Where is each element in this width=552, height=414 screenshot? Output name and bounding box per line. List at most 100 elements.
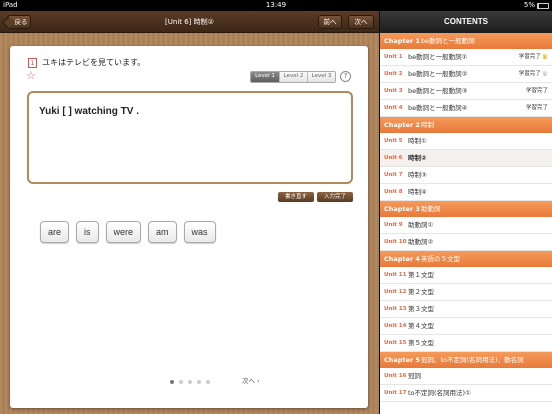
answer-box[interactable]: Yuki [ ] watching TV .	[27, 91, 353, 184]
contents-header: CONTENTS	[380, 11, 552, 33]
input-complete-button[interactable]: 入力完了	[317, 192, 353, 202]
unit-title: 第３文型	[408, 305, 434, 313]
unit-title: 第２文型	[408, 288, 434, 296]
unit-list-item[interactable]: Unit 12 第２文型	[380, 284, 552, 301]
unit-number: Unit 17	[384, 390, 407, 396]
unit-number: Unit 4	[384, 105, 403, 111]
unit-list-item[interactable]: Unit 13 第３文型	[380, 301, 552, 318]
page-dot[interactable]	[179, 380, 183, 384]
unit-number: Unit 13	[384, 306, 407, 312]
unit-title: 助動詞②	[408, 238, 434, 246]
chapter-header: Chapter 3 助動詞	[380, 201, 552, 217]
unit-list-item[interactable]: Unit 14 第４文型	[380, 318, 552, 335]
next-button[interactable]: 次へ	[348, 15, 374, 29]
unit-number: Unit 3	[384, 88, 403, 94]
unit-list-item[interactable]: Unit 10 助動詞②	[380, 234, 552, 251]
next-page-link[interactable]: 次へ ›	[242, 375, 260, 385]
chapter-header: Chapter 1 be動詞と一般動詞	[380, 33, 552, 49]
unit-number: Unit 12	[384, 289, 407, 295]
chapter-header: Chapter 2 時制	[380, 117, 552, 133]
unit-number: Unit 15	[384, 340, 407, 346]
page-indicator	[170, 380, 210, 384]
question-card: 1 ユキはテレビを見ています。 ☆ Level 1 Level 2 Level …	[10, 46, 368, 408]
unit-list-item[interactable]: Unit 8 時制④	[380, 184, 552, 201]
battery-status: 5%	[524, 0, 549, 11]
question-text: ユキはテレビを見ています。	[42, 58, 146, 67]
unit-list-item[interactable]: Unit 3 be動詞と一般動詞③ 学習完了	[380, 83, 552, 100]
unit-title: 助動詞①	[408, 221, 434, 229]
unit-title: 第１文型	[408, 271, 434, 279]
unit-number: Unit 8	[384, 189, 403, 195]
chapter-label: Chapter 3	[384, 205, 420, 213]
unit-list-item[interactable]: Unit 1 be動詞と一般動詞① 学習完了 ♛	[380, 49, 552, 66]
unit-list-item[interactable]: Unit 4 be動詞と一般動詞④ 学習完了	[380, 100, 552, 117]
lesson-pane: 戻る [Unit 6] 時制② 前へ 次へ 1 ユキはテレビを見ています。 ☆ …	[0, 11, 379, 414]
chapter-label: Chapter 2	[384, 121, 420, 129]
unit-title: be動詞と一般動詞④	[408, 104, 468, 112]
choice-is[interactable]: is	[76, 221, 99, 243]
level-selector: Level 1 Level 2 Level 3	[250, 71, 336, 83]
prev-button[interactable]: 前へ	[318, 15, 342, 29]
unit-list-item[interactable]: Unit 5 時制①	[380, 133, 552, 150]
unit-title: to不定詞(名詞用法)①	[408, 389, 471, 397]
unit-list-item[interactable]: Unit 17 to不定詞(名詞用法)①	[380, 385, 552, 402]
star-icon[interactable]: ☆	[26, 69, 36, 82]
chapter-header: Chapter 5 冠詞、to不定詞(名詞用法)、動名詞	[380, 352, 552, 368]
choice-was[interactable]: was	[183, 221, 216, 243]
unit-title: be動詞と一般動詞③	[408, 87, 468, 95]
contents-pane: CONTENTS Chapter 1 be動詞と一般動詞 Unit 1 be動詞と一般…	[379, 11, 552, 414]
unit-number: Unit 11	[384, 272, 407, 278]
unit-list-item[interactable]: Unit 15 第５文型	[380, 335, 552, 352]
chapter-title: 時制	[421, 121, 434, 129]
completion-status: 学習完了	[518, 54, 541, 60]
chapter-label: Chapter 1	[384, 37, 420, 45]
unit-title: 冠詞	[408, 372, 421, 380]
table-of-contents: Chapter 1 be動詞と一般動詞 Unit 1 be動詞と一般動詞① 学習完了 ♛ U…	[380, 33, 552, 402]
unit-list-item[interactable]: Unit 16 冠詞	[380, 368, 552, 385]
unit-title: 第５文型	[408, 339, 434, 347]
unit-list-item[interactable]: Unit 7 時制③	[380, 167, 552, 184]
unit-title: 時制①	[408, 137, 427, 145]
battery-percent: 5%	[523, 1, 535, 9]
chapter-title: be動詞と一般動詞	[421, 37, 475, 45]
unit-number: Unit 5	[384, 138, 403, 144]
level-1-tab[interactable]: Level 1	[251, 72, 279, 82]
unit-list-item[interactable]: Unit 6 時制②	[380, 150, 552, 167]
choice-were[interactable]: were	[105, 221, 142, 243]
unit-list-item[interactable]: Unit 11 第１文型	[380, 267, 552, 284]
unit-list-item[interactable]: Unit 9 助動詞①	[380, 217, 552, 234]
crown-icon: ♛	[541, 53, 548, 61]
crown-icon: ♛	[541, 70, 548, 78]
level-3-tab[interactable]: Level 3	[307, 72, 335, 82]
choice-are[interactable]: are	[40, 221, 70, 243]
question-number: 1	[28, 58, 37, 68]
completion-badge: 学習完了 ♛	[519, 49, 548, 66]
completion-badge: 学習完了 ♛	[519, 66, 548, 83]
unit-title: 時制③	[408, 171, 427, 179]
unit-title: 時制②	[408, 154, 427, 162]
help-icon[interactable]: ?	[340, 71, 351, 82]
chapter-header: Chapter 4 英語の５文型	[380, 251, 552, 267]
page-dot[interactable]	[206, 380, 210, 384]
chapter-label: Chapter 5	[384, 356, 420, 364]
status-bar: iPad 13:49 5%	[0, 0, 552, 11]
unit-number: Unit 10	[384, 239, 407, 245]
unit-list-item[interactable]: Unit 2 be動詞と一般動詞② 学習完了 ♛	[380, 66, 552, 83]
page-dot[interactable]	[188, 380, 192, 384]
choice-am[interactable]: am	[148, 221, 177, 243]
level-2-tab[interactable]: Level 2	[279, 72, 307, 82]
chapter-title: 冠詞、to不定詞(名詞用法)、動名詞	[421, 356, 524, 364]
page-dot[interactable]	[197, 380, 201, 384]
unit-number: Unit 1	[384, 54, 403, 60]
nav-bar: 戻る [Unit 6] 時制② 前へ 次へ	[0, 11, 379, 33]
unit-number: Unit 7	[384, 172, 403, 178]
page-dot[interactable]	[170, 380, 174, 384]
unit-number: Unit 16	[384, 373, 407, 379]
unit-number: Unit 9	[384, 222, 403, 228]
rewrite-button[interactable]: 書き直す	[278, 192, 314, 202]
answer-sentence: Yuki [ ] watching TV .	[39, 106, 140, 117]
completion-status: 学習完了	[525, 88, 548, 94]
status-time: 13:49	[265, 1, 287, 9]
unit-title: 時制④	[408, 188, 427, 196]
choice-list: are is were am was	[40, 221, 216, 243]
